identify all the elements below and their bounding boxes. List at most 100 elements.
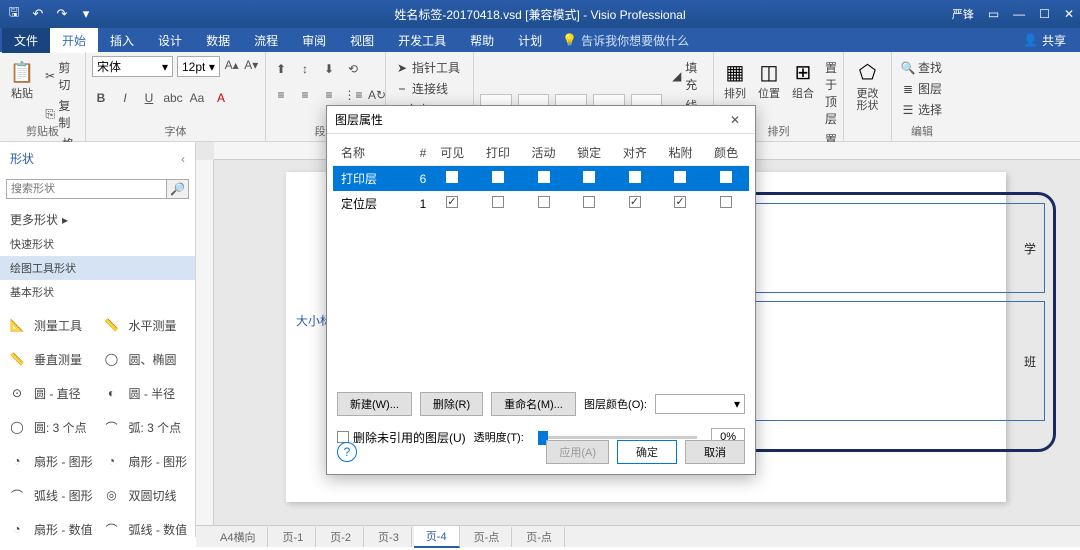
- align-middle-icon[interactable]: ↕: [296, 60, 314, 78]
- ribbon-options-icon[interactable]: ▭: [988, 7, 999, 21]
- grow-font-icon[interactable]: A▴: [224, 56, 240, 74]
- cat-quick[interactable]: 快速形状: [0, 232, 195, 256]
- delete-layer-button[interactable]: 删除(R): [420, 392, 483, 416]
- cat-draw[interactable]: 绘图工具形状: [0, 256, 195, 280]
- menu-process[interactable]: 流程: [242, 28, 290, 53]
- checkbox-icon[interactable]: [583, 196, 595, 208]
- shape-item[interactable]: 📏水平测量: [99, 310, 192, 340]
- checkbox-icon[interactable]: [720, 171, 732, 183]
- paste-button[interactable]: 📋 粘贴: [6, 56, 38, 102]
- checkbox-icon[interactable]: [538, 196, 550, 208]
- menu-home[interactable]: 开始: [50, 28, 98, 53]
- shape-item[interactable]: ⌒弧线 - 数值: [99, 514, 192, 544]
- checkbox-icon[interactable]: [674, 171, 686, 183]
- minimize-icon[interactable]: —: [1013, 7, 1025, 21]
- cancel-button[interactable]: 取消: [685, 440, 745, 464]
- col-visible[interactable]: 可见: [429, 140, 475, 166]
- checkbox-icon[interactable]: [492, 171, 504, 183]
- redo-icon[interactable]: ↷: [54, 6, 70, 22]
- shrink-font-icon[interactable]: A▾: [243, 56, 259, 74]
- save-icon[interactable]: 🖫: [6, 6, 22, 22]
- align-button[interactable]: ▦排列: [720, 56, 750, 102]
- share-button[interactable]: 👤 共享: [1009, 28, 1080, 53]
- checkbox-icon[interactable]: [629, 196, 641, 208]
- layer-row[interactable]: 打印层6: [333, 166, 749, 192]
- font-name-combo[interactable]: 宋体▾: [92, 56, 173, 77]
- pointer-tool[interactable]: ➤指针工具: [392, 58, 463, 77]
- find-button[interactable]: 🔍查找: [898, 58, 945, 77]
- menu-design[interactable]: 设计: [146, 28, 194, 53]
- search-button[interactable]: 🔎: [167, 179, 189, 199]
- tell-me[interactable]: 💡 告诉我你想要做什么: [562, 32, 689, 49]
- menu-plan[interactable]: 计划: [506, 28, 554, 53]
- cat-more[interactable]: 更多形状▸: [0, 207, 195, 232]
- col-lock[interactable]: 锁定: [566, 140, 612, 166]
- menu-help[interactable]: 帮助: [458, 28, 506, 53]
- checkbox-icon[interactable]: [629, 171, 641, 183]
- cat-basic[interactable]: 基本形状: [0, 280, 195, 304]
- shape-item[interactable]: 📏垂直测量: [4, 344, 97, 374]
- shape-item[interactable]: ◯圆、椭圆: [99, 344, 192, 374]
- tab-p3[interactable]: 页-3: [366, 527, 412, 547]
- search-shapes-input[interactable]: [6, 179, 167, 199]
- menu-insert[interactable]: 插入: [98, 28, 146, 53]
- col-count[interactable]: #: [417, 140, 430, 166]
- strike-button[interactable]: abc: [164, 89, 182, 107]
- change-shape-button[interactable]: ⬠更改形状: [850, 56, 885, 114]
- checkbox-icon[interactable]: [492, 196, 504, 208]
- shape-item[interactable]: ⌒弧线 - 图形: [4, 480, 97, 510]
- user-name[interactable]: 严锋: [952, 6, 974, 22]
- shape-item[interactable]: ⊙圆 - 直径: [4, 378, 97, 408]
- align-top-icon[interactable]: ⬆: [272, 60, 290, 78]
- chevron-left-icon[interactable]: ‹: [181, 152, 185, 166]
- col-print[interactable]: 打印: [475, 140, 521, 166]
- shape-item[interactable]: ⌒弧: 3 个点: [99, 412, 192, 442]
- col-active[interactable]: 活动: [521, 140, 567, 166]
- shape-item[interactable]: ◔扇形 - 图形: [4, 446, 97, 476]
- checkbox-icon[interactable]: [720, 196, 732, 208]
- fill-button[interactable]: ◢填充: [668, 58, 707, 94]
- new-layer-button[interactable]: 新建(W)...: [337, 392, 412, 416]
- bullets-icon[interactable]: ⋮≡: [344, 86, 362, 104]
- cut-button[interactable]: ✂剪切: [42, 58, 79, 94]
- tab-p2[interactable]: 页-2: [318, 527, 364, 547]
- align-right-icon[interactable]: ≡: [320, 86, 338, 104]
- tab-p4[interactable]: 页-4: [414, 526, 460, 548]
- checkbox-icon[interactable]: [446, 196, 458, 208]
- ok-button[interactable]: 确定: [617, 440, 677, 464]
- menu-data[interactable]: 数据: [194, 28, 242, 53]
- undo-icon[interactable]: ↶: [30, 6, 46, 22]
- italic-button[interactable]: I: [116, 89, 134, 107]
- underline-button[interactable]: U: [140, 89, 158, 107]
- layer-color-combo[interactable]: ▾: [655, 394, 745, 414]
- group-button[interactable]: ⊞组合: [788, 56, 818, 102]
- align-left-icon[interactable]: ≡: [272, 86, 290, 104]
- rotate-icon[interactable]: A↻: [368, 86, 386, 104]
- layer-row[interactable]: 定位层1: [333, 191, 749, 216]
- position-button[interactable]: ◫位置: [754, 56, 784, 102]
- shape-item[interactable]: ◎双圆切线: [99, 480, 192, 510]
- shape-item[interactable]: ◔扇形 - 图形: [99, 446, 192, 476]
- rename-layer-button[interactable]: 重命名(M)...: [491, 392, 576, 416]
- checkbox-icon[interactable]: [538, 171, 550, 183]
- font-size-combo[interactable]: 12pt▾: [177, 56, 220, 77]
- qat-dropdown-icon[interactable]: ▾: [78, 6, 94, 22]
- col-glue[interactable]: 粘附: [658, 140, 704, 166]
- menu-file[interactable]: 文件: [2, 28, 50, 53]
- font-color-button[interactable]: A: [212, 89, 230, 107]
- checkbox-icon[interactable]: [583, 171, 595, 183]
- col-snap[interactable]: 对齐: [612, 140, 658, 166]
- checkbox-icon[interactable]: [674, 196, 686, 208]
- orientation-icon[interactable]: ⟲: [344, 60, 362, 78]
- close-icon[interactable]: ✕: [1064, 7, 1074, 21]
- case-button[interactable]: Aa: [188, 89, 206, 107]
- shape-item[interactable]: ◐圆 - 半径: [99, 378, 192, 408]
- apply-button[interactable]: 应用(A): [546, 440, 609, 464]
- checkbox-icon[interactable]: [446, 171, 458, 183]
- col-name[interactable]: 名称: [333, 140, 417, 166]
- tab-a4[interactable]: A4横向: [208, 527, 268, 547]
- select-button[interactable]: ☰选择: [898, 100, 945, 119]
- help-button[interactable]: ?: [337, 442, 357, 462]
- bold-button[interactable]: B: [92, 89, 110, 107]
- bring-front-button[interactable]: 置于顶层: [822, 58, 840, 128]
